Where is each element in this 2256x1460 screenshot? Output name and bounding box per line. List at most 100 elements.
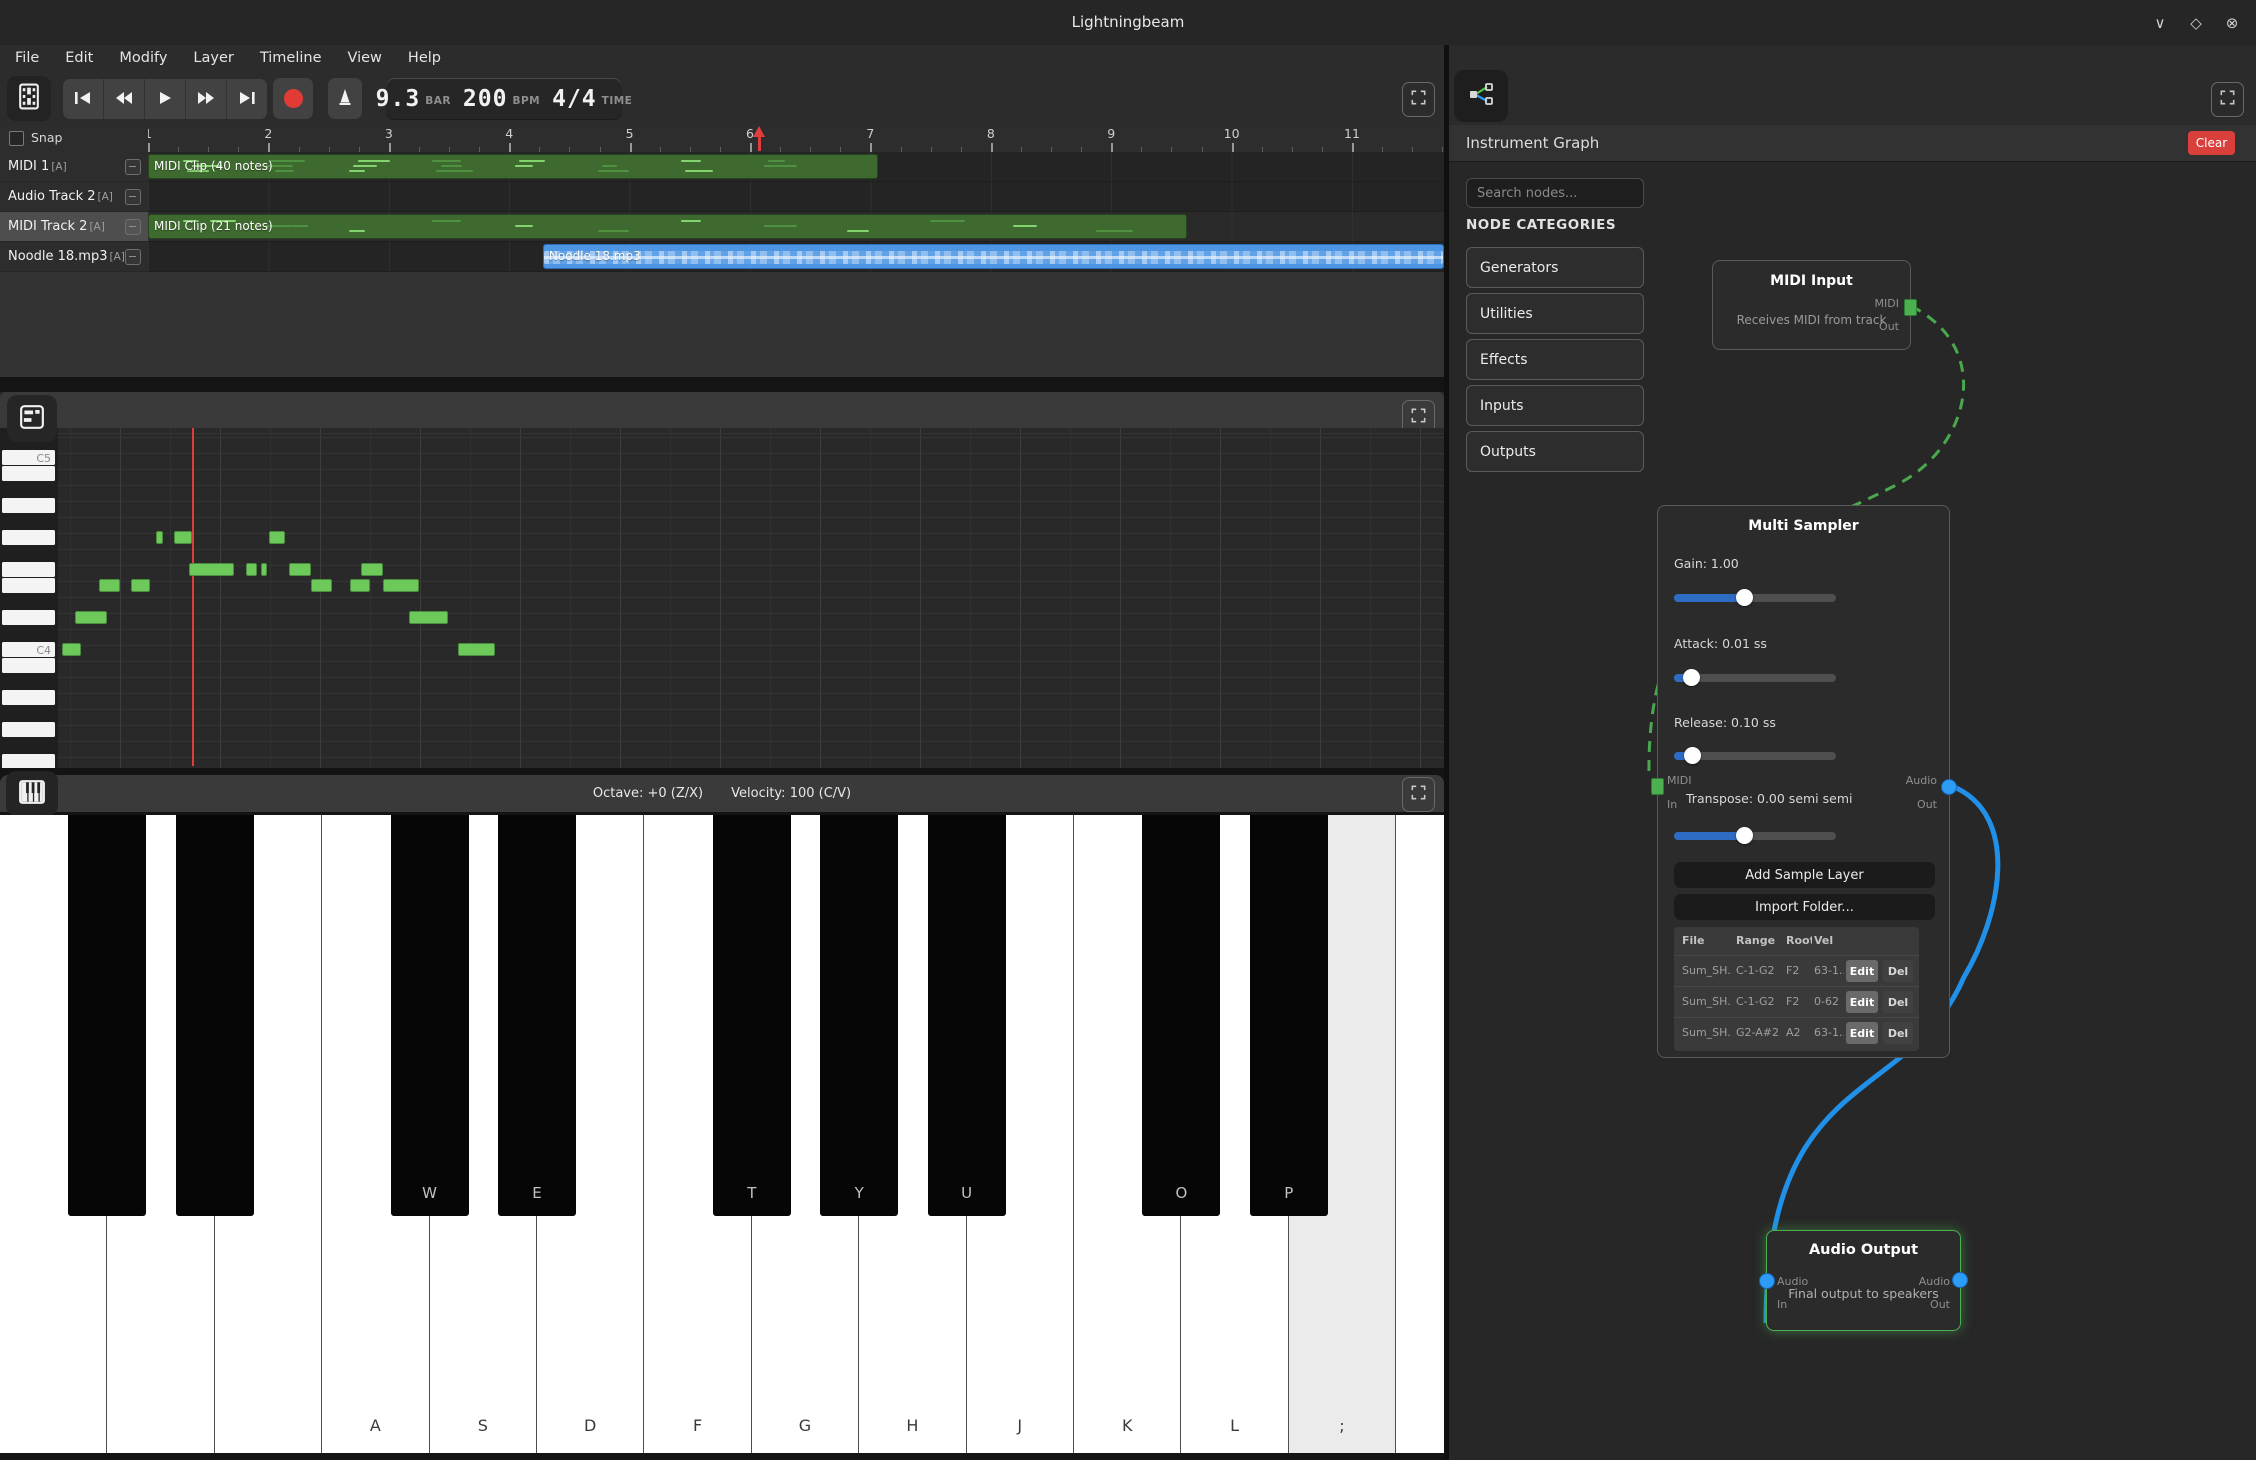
midi-note[interactable]	[174, 531, 192, 544]
black-key[interactable]: Y	[820, 815, 898, 1216]
piano-roll-mode-button[interactable]	[7, 395, 57, 442]
black-key[interactable]: W	[391, 815, 469, 1216]
midi-note[interactable]	[261, 563, 267, 576]
audio-output-node[interactable]: Audio Output Final output to speakers Au…	[1766, 1230, 1961, 1331]
midi-note[interactable]	[246, 563, 257, 576]
import-folder-button[interactable]: Import Folder...	[1674, 894, 1935, 920]
slider-thumb[interactable]	[1683, 669, 1700, 686]
piano-roll-white-key[interactable]	[2, 722, 55, 737]
del-button[interactable]: Del	[1883, 1022, 1913, 1044]
black-key[interactable]: U	[928, 815, 1006, 1216]
black-key[interactable]: P	[1250, 815, 1328, 1216]
track-checkbox[interactable]	[125, 159, 141, 175]
menu-item-modify[interactable]: Modify	[106, 45, 180, 72]
black-key[interactable]: E	[498, 815, 576, 1216]
piano-roll-white-key[interactable]	[2, 498, 55, 513]
midi-note[interactable]	[131, 579, 150, 592]
menu-item-timeline[interactable]: Timeline	[247, 45, 335, 72]
attack-slider[interactable]	[1674, 674, 1836, 682]
skip-to-start-button[interactable]	[63, 79, 104, 119]
midi-note[interactable]	[361, 563, 383, 576]
midi-clip[interactable]: MIDI Clip (21 notes)	[148, 214, 1187, 239]
track-checkbox[interactable]	[125, 249, 141, 265]
minimize-button[interactable]: ∨	[2142, 14, 2178, 32]
audio-out-port[interactable]	[1952, 1272, 1968, 1288]
black-key[interactable]	[68, 815, 146, 1216]
clear-button[interactable]: Clear	[2188, 131, 2235, 155]
menu-item-layer[interactable]: Layer	[180, 45, 246, 72]
midi-note[interactable]	[269, 531, 285, 544]
record-button[interactable]	[273, 78, 313, 119]
maximize-button[interactable]: ◇	[2178, 14, 2214, 32]
piano-roll-white-key[interactable]	[2, 466, 55, 481]
piano-roll-grid[interactable]	[58, 428, 1444, 768]
category-inputs-button[interactable]: Inputs	[1466, 385, 1644, 426]
black-key[interactable]: O	[1142, 815, 1220, 1216]
close-button[interactable]: ⊗	[2214, 14, 2250, 32]
midi-input-node[interactable]: MIDI Input Receives MIDI from track MIDI…	[1712, 260, 1911, 350]
black-key[interactable]	[176, 815, 254, 1216]
edit-button[interactable]: Edit	[1846, 1022, 1878, 1044]
track-checkbox[interactable]	[125, 219, 141, 235]
search-input[interactable]	[1466, 178, 1644, 208]
track-header[interactable]: MIDI 1[A]	[0, 152, 148, 182]
metronome-button[interactable]	[328, 78, 362, 119]
audio-clip[interactable]: Noodle 18.mp3	[543, 244, 1444, 269]
piano-roll-white-key[interactable]	[2, 530, 55, 545]
midi-note[interactable]	[99, 579, 120, 592]
piano-roll-keys[interactable]: C5C4	[0, 428, 58, 768]
piano-roll-white-key[interactable]	[2, 562, 55, 577]
midi-note[interactable]	[156, 531, 163, 544]
graph-mode-button[interactable]	[1454, 70, 1508, 122]
track-header[interactable]: MIDI Track 2[A]	[0, 212, 148, 242]
del-button[interactable]: Del	[1883, 960, 1913, 982]
rewind-button[interactable]	[104, 79, 145, 119]
track-header[interactable]: Audio Track 2[A]	[0, 182, 148, 212]
skip-to-end-button[interactable]	[227, 79, 267, 119]
piano-roll-white-key[interactable]	[2, 610, 55, 625]
keyboard-expand-button[interactable]	[1402, 777, 1435, 812]
black-key[interactable]: T	[713, 815, 791, 1216]
white-key[interactable]	[1396, 815, 1444, 1453]
media-library-button[interactable]	[7, 76, 51, 121]
piano-roll-white-key[interactable]	[2, 658, 55, 673]
transpose-slider[interactable]	[1674, 832, 1836, 840]
midi-note[interactable]	[311, 579, 332, 592]
add-sample-layer-button[interactable]: Add Sample Layer	[1674, 862, 1935, 888]
timeline-empty-area[interactable]	[0, 272, 1444, 377]
track-header[interactable]: Noodle 18.mp3[A]	[0, 242, 148, 272]
category-utilities-button[interactable]: Utilities	[1466, 293, 1644, 334]
midi-note[interactable]	[62, 643, 81, 656]
snap-checkbox[interactable]	[9, 131, 24, 146]
piano-roll-white-key[interactable]	[2, 754, 55, 768]
audio-out-port[interactable]	[1941, 779, 1957, 795]
midi-note[interactable]	[409, 611, 448, 624]
multi-sampler-node[interactable]: Multi Sampler Gain: 1.00 Attack: 0.01 ss…	[1657, 505, 1950, 1058]
category-outputs-button[interactable]: Outputs	[1466, 431, 1644, 472]
midi-note[interactable]	[289, 563, 311, 576]
midi-note[interactable]	[383, 579, 419, 592]
midi-out-port[interactable]	[1904, 299, 1917, 316]
slider-thumb[interactable]	[1736, 589, 1753, 606]
midi-note[interactable]	[458, 643, 495, 656]
timeline-expand-button[interactable]	[1402, 82, 1435, 117]
midi-in-port[interactable]	[1651, 778, 1664, 795]
midi-clip[interactable]: MIDI Clip (40 notes)	[148, 154, 878, 179]
menu-item-view[interactable]: View	[335, 45, 395, 72]
audio-in-port[interactable]	[1759, 1273, 1775, 1289]
menu-item-file[interactable]: File	[2, 45, 52, 72]
keyboard-mode-button[interactable]	[6, 771, 58, 816]
menu-item-edit[interactable]: Edit	[52, 45, 106, 72]
piano-roll-white-key[interactable]	[2, 578, 55, 593]
midi-note[interactable]	[350, 579, 370, 592]
track-lane[interactable]: Noodle 18.mp3	[148, 242, 1444, 272]
piano-roll-white-key[interactable]	[2, 690, 55, 705]
play-button[interactable]	[145, 79, 186, 119]
playhead-marker[interactable]	[753, 126, 766, 151]
track-lane[interactable]: MIDI Clip (40 notes)	[148, 152, 1444, 182]
menu-item-help[interactable]: Help	[395, 45, 454, 72]
graph-expand-button[interactable]	[2211, 82, 2244, 117]
edit-button[interactable]: Edit	[1846, 960, 1878, 982]
category-generators-button[interactable]: Generators	[1466, 247, 1644, 288]
slider-thumb[interactable]	[1684, 747, 1701, 764]
